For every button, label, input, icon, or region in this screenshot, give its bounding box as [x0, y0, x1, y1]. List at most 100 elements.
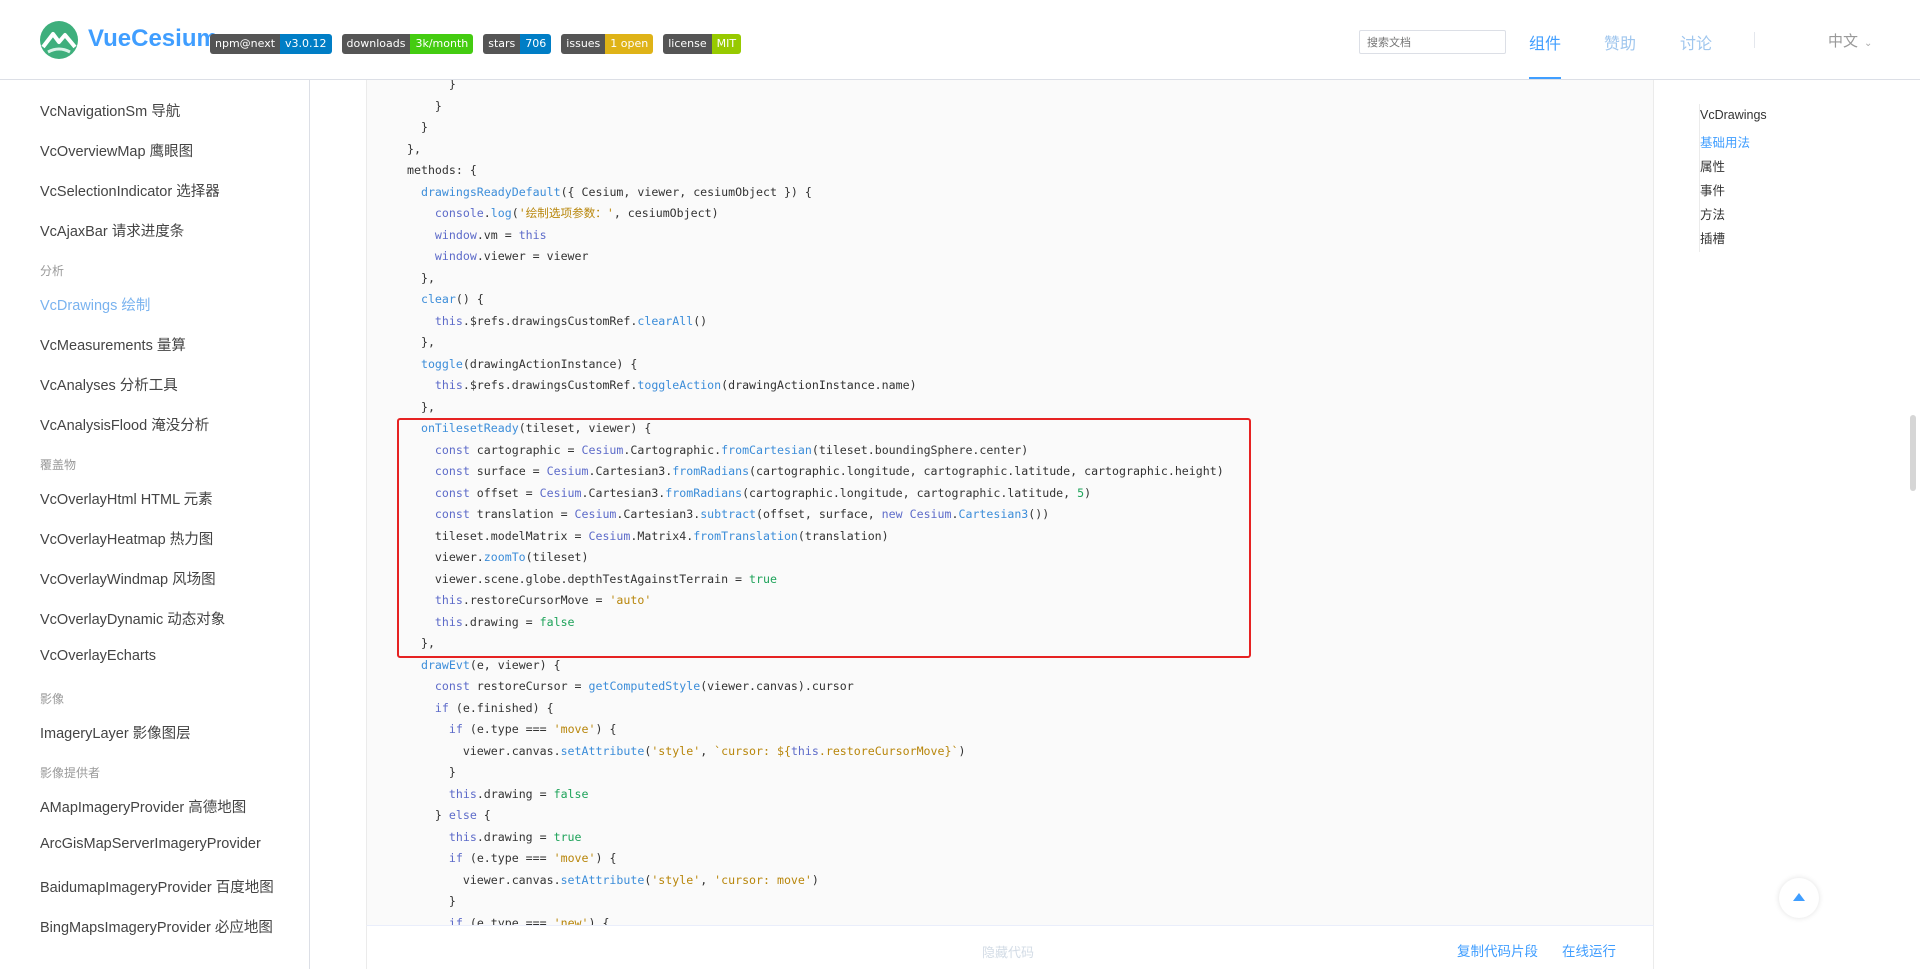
sidebar-item[interactable]: VcOverlayDynamic 动态对象: [40, 608, 225, 629]
toc-item[interactable]: 属性: [1700, 156, 1725, 175]
code-token: toggle: [420, 356, 463, 371]
sidebar-item[interactable]: VcNavigationSm 导航: [40, 100, 180, 121]
code-token: }: [407, 80, 456, 91]
nav-discussion[interactable]: 讨论: [1680, 30, 1712, 54]
code-token: this: [448, 829, 477, 844]
nav-divider: [1754, 32, 1755, 48]
sidebar-item[interactable]: ImageryLayer 影像图层: [40, 722, 191, 743]
hide-code-button[interactable]: 隐藏代码: [982, 942, 1034, 961]
sidebar-item[interactable]: ArcGisMapServerImageryProvider: [40, 836, 261, 852]
sidebar-item[interactable]: BingMapsImageryProvider 必应地图: [40, 916, 273, 937]
search-input[interactable]: [1359, 30, 1506, 54]
copy-code-button[interactable]: 复制代码片段: [1457, 940, 1538, 960]
code-token: ({ Cesium, viewer, cesiumObject }) {: [560, 184, 812, 199]
nav-sponsor[interactable]: 赞助: [1604, 30, 1636, 54]
code-line: this.drawing = false: [407, 784, 589, 805]
brand-title[interactable]: VueCesium: [88, 25, 218, 53]
sidebar-item[interactable]: VcOverviewMap 鹰眼图: [40, 140, 193, 161]
vuecesium-logo-icon[interactable]: [38, 20, 80, 60]
code-token: (viewer.canvas).cursor: [700, 679, 854, 693]
code-token: () {: [455, 292, 484, 306]
sidebar-item[interactable]: VcOverlayHtml HTML 元素: [40, 488, 213, 509]
sidebar-group-label: 覆盖物: [40, 458, 77, 472]
code-token: ,: [700, 872, 715, 887]
nav-active-underline: [1529, 77, 1561, 79]
code-line: }: [407, 117, 428, 138]
code-line: viewer.canvas.setAttribute('style', `cur…: [407, 741, 966, 762]
code-block: } } }}, methods: { drawingsReadyDefault({…: [366, 80, 1654, 925]
code-token: if: [448, 851, 463, 865]
run-online-button[interactable]: 在线运行: [1562, 940, 1616, 960]
code-token: drawEvt: [420, 657, 470, 672]
page-scrollbar[interactable]: [1910, 415, 1916, 491]
badge-key: license: [663, 34, 712, 54]
code-token: ,: [700, 743, 715, 758]
code-token: true: [553, 829, 582, 844]
toc-item[interactable]: 插槽: [1700, 228, 1725, 247]
code-token: this: [448, 786, 477, 801]
code-control-bar: 隐藏代码 复制代码片段 在线运行: [366, 925, 1654, 969]
sidebar-nav: VcNavigationSm 导航 VcOverviewMap 鹰眼图 VcSele…: [0, 80, 310, 969]
code-token: ): [958, 743, 966, 758]
code-token: viewer.canvas.: [407, 743, 561, 758]
code-token: .$refs.drawingsCustomRef.: [462, 313, 638, 328]
nav-components[interactable]: 组件: [1529, 30, 1561, 54]
code-line: if (e.type === 'move') {: [407, 848, 617, 869]
toc-item[interactable]: VcDrawings: [1700, 108, 1767, 122]
toc-item[interactable]: 事件: [1700, 180, 1725, 199]
code-token: 'cursor: move': [714, 872, 812, 887]
npm-badge[interactable]: npm@next v3.0.12: [210, 34, 332, 54]
code-token: .restoreCursorMove}`: [818, 743, 959, 758]
badge-value: 3k/month: [410, 34, 474, 54]
code-line: if (e.type === 'move') {: [407, 719, 617, 740]
language-selector[interactable]: 中文 ⌄: [1828, 30, 1872, 51]
toc-item[interactable]: 基础用法: [1700, 132, 1750, 151]
sidebar-item-active[interactable]: VcDrawings 绘制: [40, 294, 150, 315]
code-token: },: [407, 141, 421, 156]
code-token: , cesiumObject): [613, 206, 719, 220]
badge-value: 706: [520, 34, 552, 54]
code-token: 'move': [553, 851, 596, 865]
code-token: clear: [420, 292, 456, 306]
code-token: false: [553, 786, 589, 801]
badge-row: npm@next v3.0.12 downloads 3k/month stars 7…: [210, 34, 742, 54]
code-line: }: [407, 96, 442, 117]
downloads-badge[interactable]: downloads 3k/month: [341, 34, 474, 54]
code-token: const: [434, 679, 470, 693]
code-token: .viewer = viewer: [476, 249, 589, 263]
sidebar-item[interactable]: VcOverlayHeatmap 热力图: [40, 528, 213, 549]
code-token: log: [490, 206, 512, 220]
sidebar-item[interactable]: VcAnalysisFlood 淹没分析: [40, 414, 209, 435]
stars-badge[interactable]: stars 706: [483, 34, 552, 54]
code-line: }: [407, 891, 456, 912]
toc-item[interactable]: 方法: [1700, 204, 1725, 223]
code-token: ) {: [595, 851, 617, 865]
license-badge[interactable]: license MIT: [663, 34, 742, 54]
sidebar-item[interactable]: BaidumapImageryProvider 百度地图: [40, 876, 274, 897]
code-token: setAttribute: [560, 743, 645, 758]
issues-badge[interactable]: issues 1 open: [561, 34, 654, 54]
code-token: 'style': [651, 872, 701, 887]
code-token: (): [693, 313, 708, 328]
sidebar-item[interactable]: VcAjaxBar 请求进度条: [40, 220, 184, 241]
sidebar-item[interactable]: VcOverlayEcharts: [40, 648, 156, 664]
arrow-up-icon: [1793, 893, 1805, 901]
sidebar-item[interactable]: VcOverlayWindmap 风场图: [40, 568, 216, 589]
code-token: this: [434, 378, 463, 392]
sidebar-item[interactable]: AMapImageryProvider 高德地图: [40, 796, 246, 817]
code-token: toggleAction: [637, 378, 722, 392]
sidebar-item[interactable]: VcAnalyses 分析工具: [40, 374, 178, 395]
sidebar-item[interactable]: VcMeasurements 量算: [40, 334, 186, 355]
sidebar-item[interactable]: VcSelectionIndicator 选择器: [40, 180, 220, 201]
sidebar-group-label: 影像: [40, 692, 65, 706]
code-line: const restoreCursor = getComputedStyle(v…: [407, 676, 854, 697]
back-to-top-button[interactable]: [1779, 878, 1819, 918]
code-line: viewer.canvas.setAttribute('style', 'cur…: [407, 870, 819, 891]
